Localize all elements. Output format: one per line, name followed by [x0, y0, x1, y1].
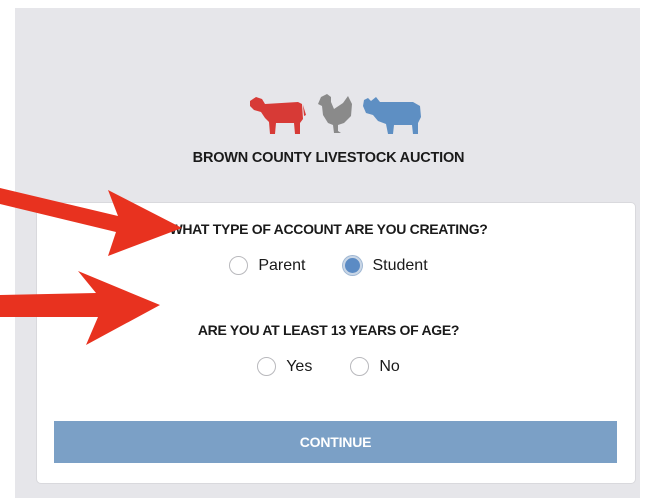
- parent-radio-option[interactable]: Parent: [229, 256, 305, 275]
- student-radio-label[interactable]: Student: [372, 257, 427, 275]
- parent-radio-label[interactable]: Parent: [258, 257, 305, 275]
- yes-radio[interactable]: [257, 357, 277, 376]
- livestock-logo: [250, 94, 421, 134]
- organization-title: BROWN COUNTY LIVESTOCK AUCTION: [192, 150, 465, 166]
- pig-icon: [363, 97, 421, 134]
- account-type-radio-group: Parent Student: [0, 256, 657, 275]
- age-question: ARE YOU AT LEAST 13 YEARS OF AGE?: [197, 322, 460, 338]
- student-radio[interactable]: [343, 256, 363, 275]
- age-radio-group: Yes No: [0, 357, 657, 376]
- parent-radio[interactable]: [229, 256, 249, 275]
- no-radio-option[interactable]: No: [350, 357, 400, 376]
- cow-icon: [250, 97, 306, 134]
- no-radio-label[interactable]: No: [379, 358, 399, 376]
- yes-radio-label[interactable]: Yes: [286, 358, 312, 376]
- no-radio[interactable]: [350, 357, 370, 376]
- account-type-question: WHAT TYPE OF ACCOUNT ARE YOU CREATING?: [169, 221, 488, 237]
- yes-radio-option[interactable]: Yes: [257, 357, 312, 376]
- continue-button[interactable]: CONTINUE: [54, 421, 617, 463]
- chicken-icon: [318, 94, 352, 133]
- student-radio-option[interactable]: Student: [343, 256, 428, 275]
